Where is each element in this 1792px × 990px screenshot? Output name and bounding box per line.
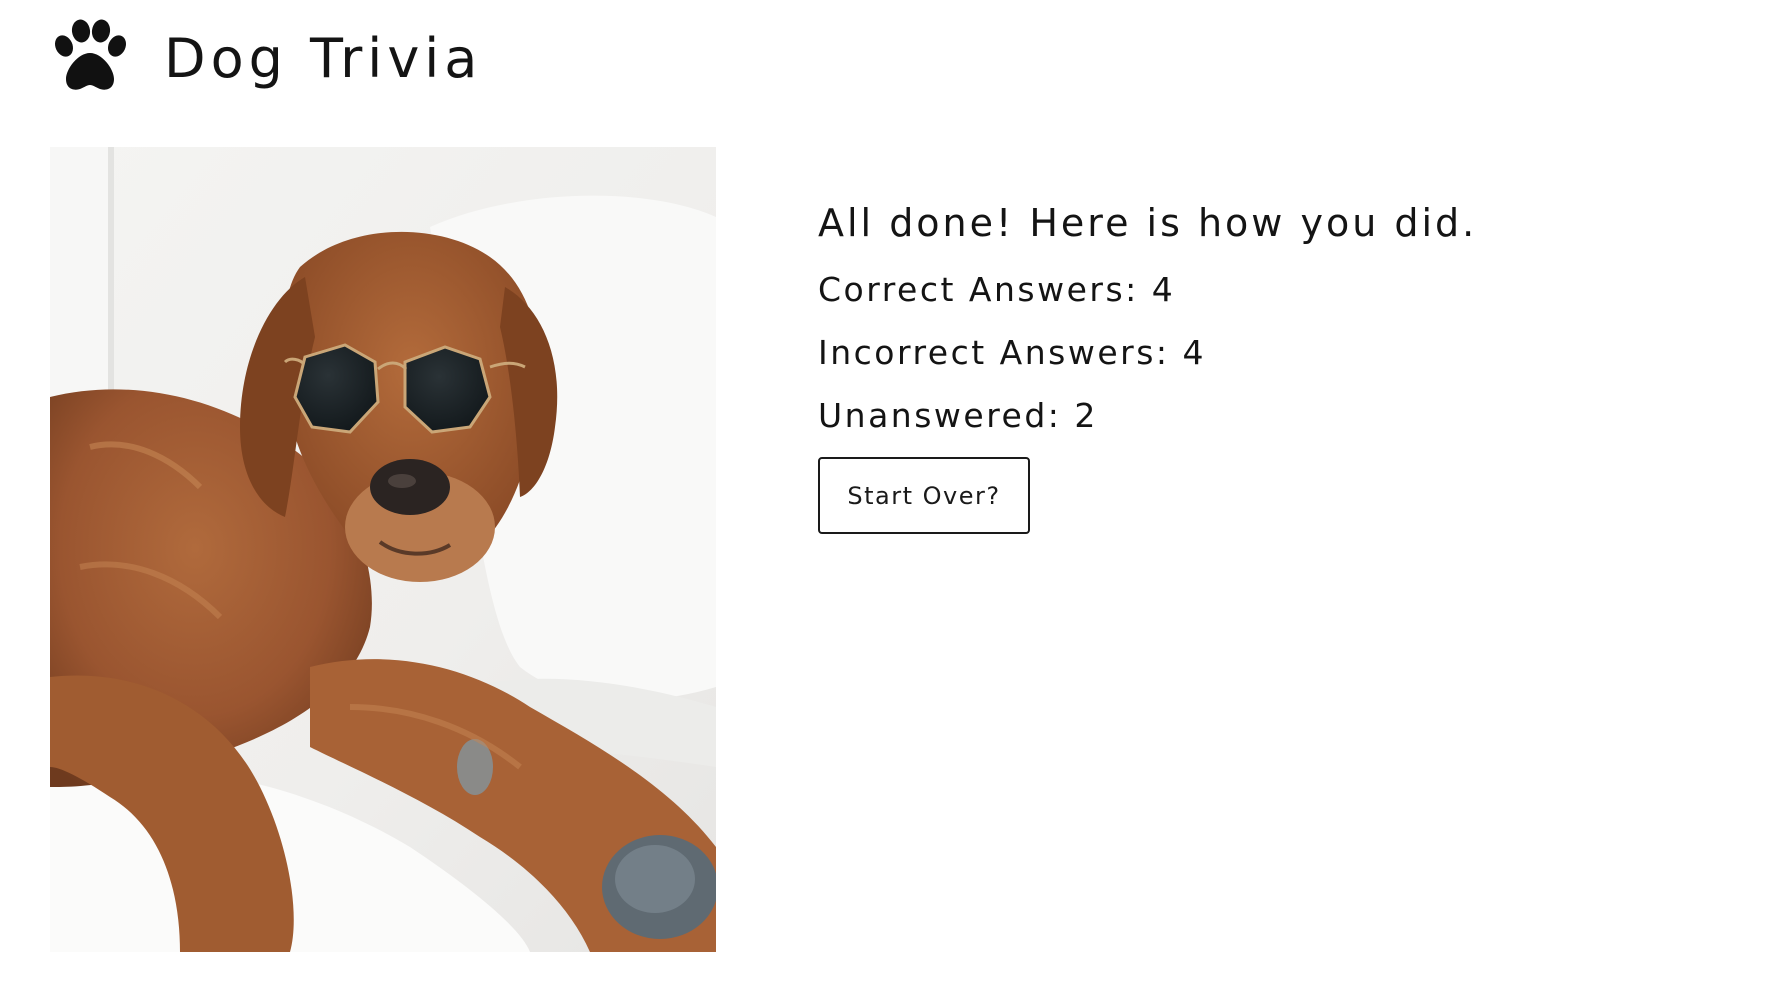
paw-icon	[55, 19, 126, 90]
page: Dog Trivia All done! Here is how you did…	[0, 0, 1792, 990]
dog-photo	[50, 147, 716, 952]
results-panel: All done! Here is how you did. Correct A…	[818, 200, 1718, 534]
unanswered: Unanswered: 2	[818, 396, 1098, 435]
header: Dog Trivia	[50, 16, 482, 96]
site-title: Dog Trivia	[164, 27, 483, 90]
start-over-button[interactable]: Start Over?	[818, 457, 1030, 534]
incorrect-answers: Incorrect Answers: 4	[818, 333, 1207, 372]
correct-answers: Correct Answers: 4	[818, 270, 1176, 309]
results-heading: All done! Here is how you did.	[818, 201, 1478, 245]
